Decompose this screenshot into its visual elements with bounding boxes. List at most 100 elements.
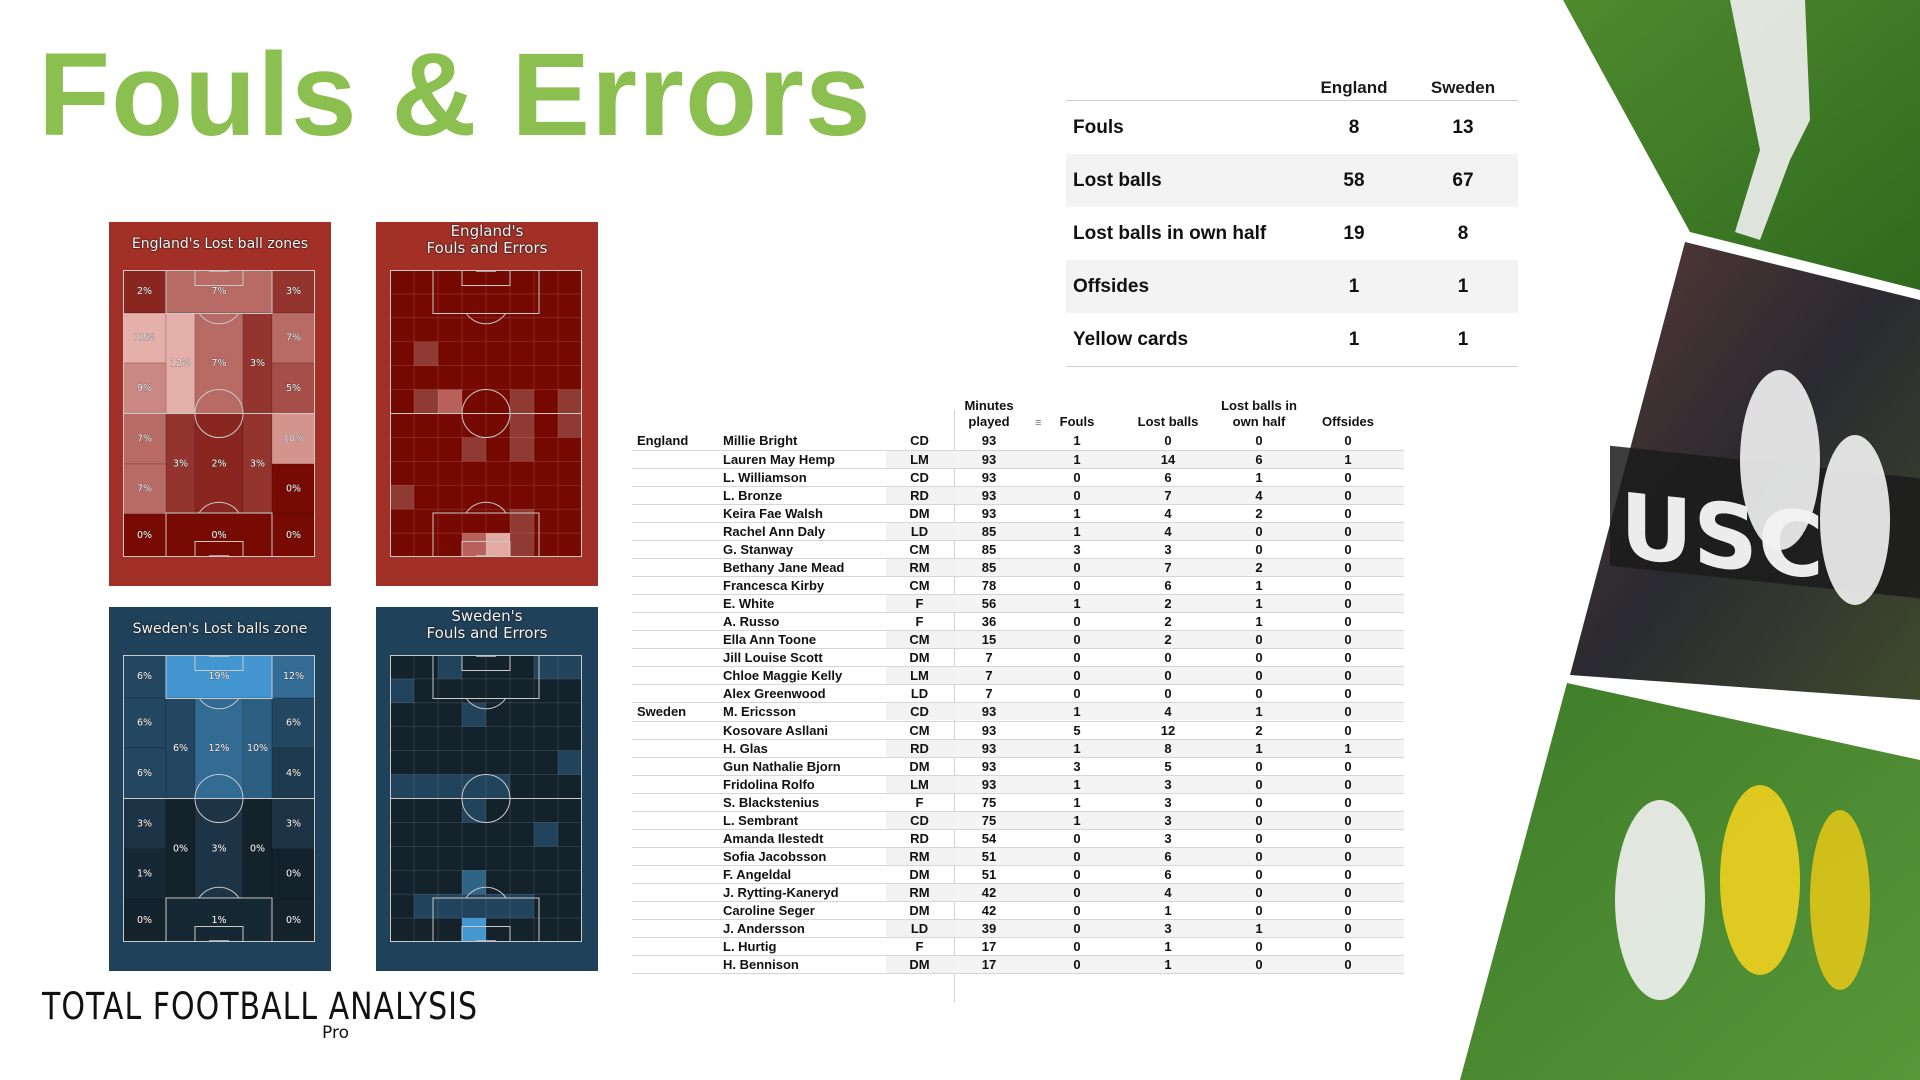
player-position: DM [909,506,930,521]
col-header-minutes[interactable]: Minutes played [954,398,1024,430]
grid-cell [462,533,486,557]
fouls-value: 5 [1073,723,1081,738]
lost-balls-value: 1 [1164,903,1172,918]
player-position: CM [909,578,930,593]
offsides-value: 0 [1344,542,1352,557]
fouls-value: 0 [1073,578,1081,593]
fouls-value: 0 [1073,614,1081,629]
player-row: Bethany Jane Mead RM 85 0 7 2 0 [632,559,1404,577]
grid-cell [486,533,510,557]
player-name: Francesca Kirby [723,578,825,593]
grid-cell [558,750,582,775]
player-name: L. Hurtig [723,939,777,954]
panel-title: Sweden's Fouls and Errors [376,607,598,643]
lost-own-half-value: 1 [1255,921,1263,936]
player-row: F. Angeldal DM 51 0 6 0 0 [632,866,1404,884]
player-row: Francesca Kirby CM 78 0 6 1 0 [632,577,1404,595]
col-header-lost-own-half[interactable]: Lost balls in own half [1219,398,1299,430]
zone-value-label: 6% [137,671,152,682]
lost-own-half-value: 0 [1255,542,1263,557]
offsides-value: 0 [1344,433,1352,448]
zone-value-label: 6% [286,718,301,729]
offsides-value: 0 [1344,795,1352,810]
sweden-fouls-panel: Sweden's Fouls and Errors [376,607,598,971]
player-name: A. Russo [723,614,780,629]
minutes-played: 78 [981,578,997,593]
player-name: Sofia Jacobsson [723,849,827,864]
minutes-played: 54 [981,831,997,846]
lost-own-half-value: 0 [1255,650,1263,665]
lost-balls-value: 3 [1164,831,1172,846]
offsides-value: 0 [1344,777,1352,792]
offsides-value: 0 [1344,578,1352,593]
player-row: England Millie Bright CD 93 1 0 0 0 [632,432,1404,451]
lost-own-half-value: 0 [1255,524,1263,539]
player-row: A. Russo F 36 0 2 1 0 [632,613,1404,631]
player-row: Lauren May Hemp LM 93 1 14 6 1 [632,451,1404,469]
lost-own-half-value: 0 [1255,433,1263,448]
summary-england-value: 1 [1348,329,1360,350]
lost-balls-value: 6 [1164,578,1172,593]
lost-balls-value: 2 [1164,632,1172,647]
player-row: H. Bennison DM 17 0 1 0 0 [632,956,1404,974]
zone-value-label: 2% [211,458,226,469]
grid-cell [438,655,462,679]
lost-own-half-value: 2 [1255,506,1263,521]
lost-own-half-value: 0 [1255,849,1263,864]
zone-value-label: 0% [211,530,226,541]
player-name: Ella Ann Toone [723,632,817,647]
player-position: RD [910,488,929,503]
minutes-played: 93 [981,506,997,521]
player-position: LD [910,686,929,701]
zone-value-label: 6% [137,718,152,729]
minutes-played: 75 [981,795,997,810]
col-header-offsides[interactable]: Offsides [1313,414,1383,430]
col-header-lost-balls[interactable]: Lost balls [1132,414,1204,430]
player-name: H. Glas [723,741,768,756]
grid-cell [414,389,438,414]
zone-value-label: 0% [137,915,152,926]
summary-row-label: Fouls [1073,117,1124,138]
offsides-value: 1 [1344,452,1352,467]
lost-balls-value: 3 [1164,777,1172,792]
lost-balls-value: 7 [1164,488,1172,503]
summary-england-value: 1 [1348,276,1360,297]
player-row: J. Rytting-Kaneryd RM 42 0 4 0 0 [632,884,1404,902]
player-name: J. Andersson [723,921,805,936]
player-name: L. Bronze [723,488,783,503]
player-row: Amanda Ilestedt RD 54 0 3 0 0 [632,830,1404,848]
sort-icon[interactable]: ≡ [1035,417,1041,429]
grid-cell [414,774,438,799]
player-position: DM [909,957,930,972]
offsides-value: 0 [1344,939,1352,954]
grid-cell [558,389,582,414]
sweden-fouls-pitch [390,655,582,942]
minutes-played: 93 [981,433,997,448]
offsides-value: 0 [1344,668,1352,683]
offsides-value: 0 [1344,759,1352,774]
fouls-value: 1 [1073,596,1081,611]
sweden-lost-balls-zone-panel: Sweden's Lost balls zone 6% 19% 12% 6% 6% 12%… [109,607,331,971]
fouls-value: 1 [1073,433,1081,448]
minutes-played: 42 [981,885,997,900]
panel-title-line1: Sweden's [451,607,523,625]
grid-cell [510,437,534,462]
fouls-value: 0 [1073,957,1081,972]
lost-balls-value: 0 [1164,650,1172,665]
zone-value-label: 6% [137,768,152,779]
grid-cell [510,413,534,438]
minutes-played: 51 [981,849,997,864]
grid-cell [510,389,534,414]
summary-england-value: 58 [1343,170,1365,191]
offsides-value: 0 [1344,885,1352,900]
player-name: Kosovare Asllani [723,723,829,738]
grid-cell [462,437,486,462]
logo-pro: Pro [322,1023,349,1043]
offsides-value: 1 [1344,741,1352,756]
player-position: CD [910,470,929,485]
grid-cell [558,655,582,679]
col-header-fouls[interactable]: Fouls [1057,414,1097,430]
grid-cell [462,918,486,942]
panel-title: Sweden's Lost balls zone [132,621,308,637]
player-position: CD [910,433,929,448]
